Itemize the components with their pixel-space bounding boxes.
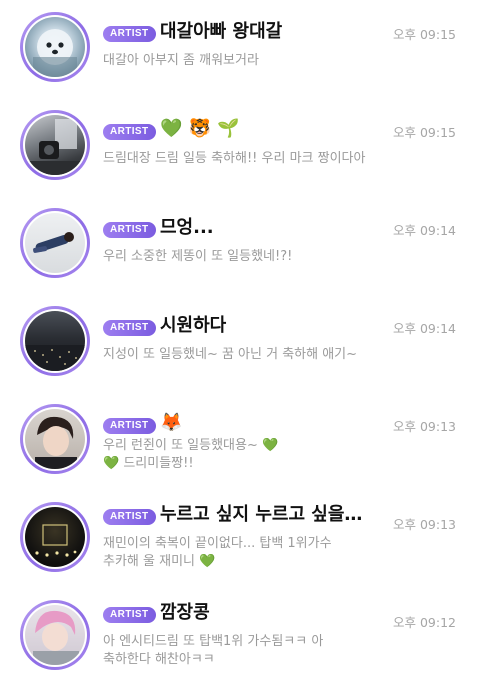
avatar[interactable] <box>20 208 90 278</box>
message-preview: 아 엔시티드림 또 탑백1위 가수됨ㅋㅋ 아 축하한다 해찬아ㅋㅋ <box>103 633 440 669</box>
message-line: 재민이의 축복이 끝이없다... 탑백 1위가수 <box>103 536 332 551</box>
message-preview: 대갈아 아부지 좀 깨워보거라 <box>103 53 259 68</box>
avatar[interactable] <box>20 12 90 82</box>
pink-hair-photo <box>25 605 85 665</box>
message-preview: 지성이 또 일등했네~ 꿈 아닌 거 축하해 애기~ <box>103 347 358 362</box>
message-time: 오후 09:15 <box>393 125 456 140</box>
message-preview: 우리 런쥔이 또 일등했대용~ 💚 💚 드리미들짱!! <box>103 437 440 473</box>
chat-row[interactable]: ARTIST 💚 🐯 🌱 오후 09:15 드림대장 드림 일등 축하해!! 우… <box>0 110 480 208</box>
artist-badge: ARTIST <box>103 222 156 238</box>
lying-on-floor-photo <box>25 213 85 273</box>
artist-badge: ARTIST <box>103 607 156 623</box>
chat-name: 시원하다 <box>160 315 227 336</box>
artist-badge: ARTIST <box>103 418 156 434</box>
avatar[interactable] <box>20 502 90 572</box>
avatar[interactable] <box>20 110 90 180</box>
chat-row[interactable]: ARTIST 시원하다 오후 09:14 지성이 또 일등했네~ 꿈 아닌 거 … <box>0 306 480 404</box>
room-mirror-photo <box>25 115 85 175</box>
message-line: 축하한다 해찬아ㅋㅋ <box>103 652 215 667</box>
chat-name: 💚 🐯 🌱 <box>160 118 240 139</box>
message-time: 오후 09:14 <box>393 223 456 238</box>
artist-badge: ARTIST <box>103 26 156 42</box>
message-line: 우리 런쥔이 또 일등했대용~ 💚 <box>103 438 279 453</box>
message-time: 오후 09:12 <box>393 615 456 630</box>
dog-photo <box>25 17 85 77</box>
message-preview: 재민이의 축복이 끝이없다... 탑백 1위가수 추카해 울 재미니 💚 <box>103 535 440 571</box>
artist-badge: ARTIST <box>103 124 156 140</box>
chat-name: 깜장콩 <box>160 602 210 623</box>
chat-row[interactable]: ARTIST 깜장콩 오후 09:12 아 엔시티드림 또 탑백1위 가수됨ㅋㅋ… <box>0 600 480 695</box>
stage-lights-photo <box>25 507 85 567</box>
chat-list: ARTIST 대갈아빠 왕대갈 오후 09:15 대갈아 아부지 좀 깨워보거라… <box>0 0 480 695</box>
chat-name: 므엉... <box>160 217 214 238</box>
chat-name: 누르고 싶지 누르고 싶을… <box>160 504 363 525</box>
message-line: 추카해 울 재미니 💚 <box>103 554 216 569</box>
message-preview: 드림대장 드림 일등 축하해!! 우리 마크 짱이다아 <box>103 151 366 166</box>
night-city-photo <box>25 311 85 371</box>
message-line: 아 엔시티드림 또 탑백1위 가수됨ㅋㅋ 아 <box>103 634 324 649</box>
message-time: 오후 09:13 <box>393 517 456 532</box>
chat-row[interactable]: ARTIST 누르고 싶지 누르고 싶을… 오후 09:13 재민이의 축복이 … <box>0 502 480 600</box>
chat-name: 대갈아빠 왕대갈 <box>160 21 283 42</box>
chat-name: 🦊 <box>160 412 183 433</box>
message-time: 오후 09:14 <box>393 321 456 336</box>
message-time: 오후 09:15 <box>393 27 456 42</box>
message-line: 💚 드리미들짱!! <box>103 456 194 471</box>
chat-row[interactable]: ARTIST 대갈아빠 왕대갈 오후 09:15 대갈아 아부지 좀 깨워보거라 <box>0 12 480 110</box>
message-time: 오후 09:13 <box>393 419 456 434</box>
avatar[interactable] <box>20 306 90 376</box>
avatar[interactable] <box>20 600 90 670</box>
chat-row[interactable]: ARTIST 🦊 오후 09:13 우리 런쥔이 또 일등했대용~ 💚 💚 드리… <box>0 404 480 502</box>
artist-badge: ARTIST <box>103 509 156 525</box>
artist-badge: ARTIST <box>103 320 156 336</box>
avatar[interactable] <box>20 404 90 474</box>
selfie-photo <box>25 409 85 469</box>
message-preview: 우리 소중한 제똥이 또 일등했네!?! <box>103 249 293 264</box>
chat-row[interactable]: ARTIST 므엉... 오후 09:14 우리 소중한 제똥이 또 일등했네!… <box>0 208 480 306</box>
